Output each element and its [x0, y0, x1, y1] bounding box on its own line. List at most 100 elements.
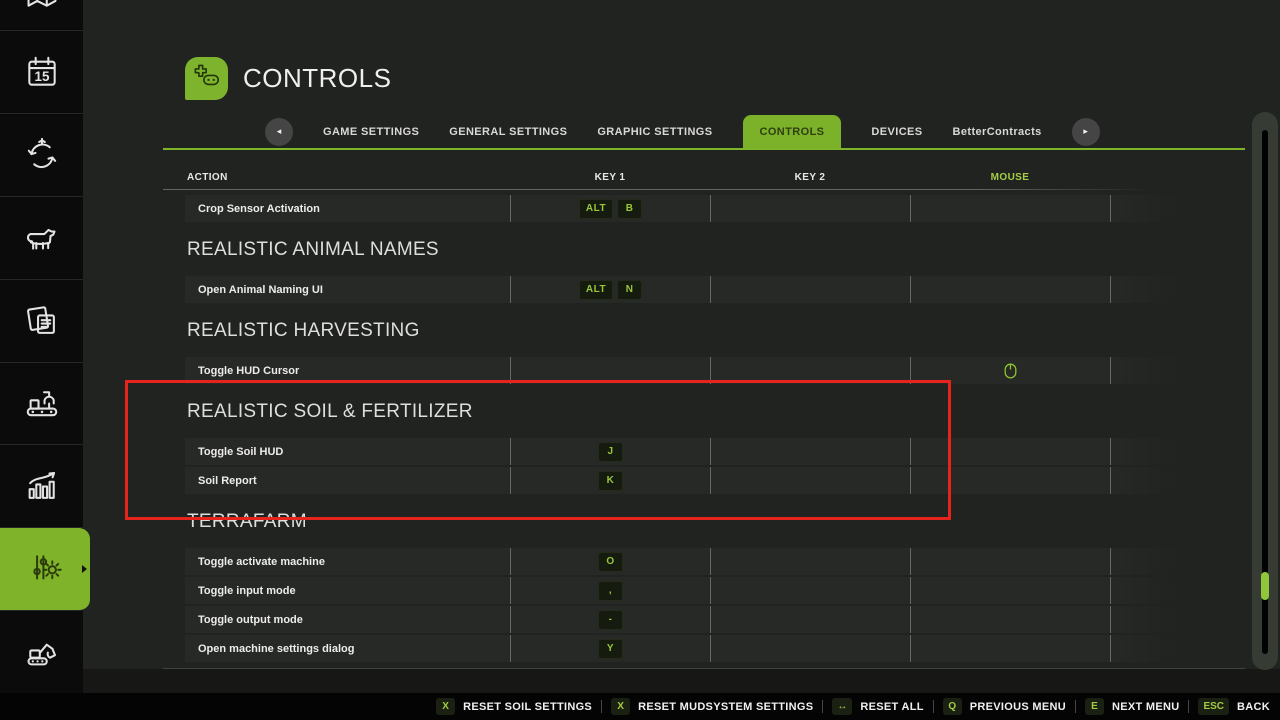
annotation-box [125, 380, 951, 520]
sidebar-item-construction[interactable] [0, 611, 83, 693]
table-header: ACTION KEY 1 KEY 2 MOUSE [185, 172, 1180, 183]
mouse-cell [910, 276, 1110, 303]
key2-cell [710, 606, 910, 633]
next-arrow-icon: ▸ [1083, 126, 1088, 137]
sidebar-item-animals[interactable] [0, 197, 83, 280]
key1-cell: O [510, 548, 710, 575]
footer-action-label: PREVIOUS MENU [970, 701, 1066, 713]
row-end-spacer [1110, 357, 1180, 384]
footer-action-reset-all[interactable]: ↔RESET ALL [832, 698, 923, 715]
table-row[interactable]: Crop Sensor Activation ALTB [185, 195, 1180, 222]
controls-app-icon [185, 57, 228, 100]
tab-graphic-settings[interactable]: GRAPHIC SETTINGS [597, 126, 712, 138]
footer-key-badge: X [436, 698, 455, 715]
row-end-spacer [1110, 438, 1180, 465]
tab-bettercontracts[interactable]: BetterContracts [953, 126, 1042, 138]
footer-action-label: RESET SOIL SETTINGS [463, 701, 592, 713]
footer-divider [1188, 700, 1189, 713]
key2-cell [710, 635, 910, 662]
column-header-key1: KEY 1 [510, 172, 710, 183]
gamepad-icon [192, 61, 222, 96]
footer-action-previous-menu[interactable]: Q PREVIOUS MENU [943, 698, 1066, 715]
column-header-key2: KEY 2 [710, 172, 910, 183]
content-bottom-strip [83, 669, 1280, 693]
footer-action-label: RESET MUDSYSTEM SETTINGS [638, 701, 813, 713]
key-badge: ALT [579, 280, 613, 300]
mouse-cell [910, 195, 1110, 222]
tab-controls[interactable]: CONTROLS [743, 115, 842, 148]
row-end-spacer [1110, 467, 1180, 494]
action-label: Crop Sensor Activation [185, 195, 510, 222]
production-icon [23, 384, 61, 422]
footer-key-badge: Q [943, 698, 962, 715]
section-heading-realistic-harvesting: REALISTIC HARVESTING [187, 320, 1180, 342]
excavator-icon [23, 633, 61, 671]
sidebar-item-statistics[interactable] [0, 445, 83, 528]
footer-divider [822, 700, 823, 713]
key-badge: O [598, 552, 623, 572]
tab-devices[interactable]: DEVICES [871, 126, 922, 138]
scrollbar-thumb[interactable] [1261, 572, 1269, 600]
key-badge: - [598, 610, 623, 630]
footer-divider [1075, 700, 1076, 713]
footer-action-label: BACK [1237, 701, 1270, 713]
table-row[interactable]: Toggle input mode, [185, 577, 1180, 604]
action-label: Toggle input mode [185, 577, 510, 604]
action-label: Toggle output mode [185, 606, 510, 633]
tab-bar: ◂ GAME SETTINGS GENERAL SETTINGS GRAPHIC SE… [265, 115, 1100, 148]
key-badge: Y [598, 639, 623, 659]
footer-action-back[interactable]: ESCBACK [1198, 698, 1270, 715]
footer-action-reset-mudsystem-settings[interactable]: X RESET MUDSYSTEM SETTINGS [611, 698, 813, 715]
table-row[interactable]: Open machine settings dialogY [185, 635, 1180, 662]
tab-game-settings[interactable]: GAME SETTINGS [323, 126, 419, 138]
mouse-icon [1004, 363, 1017, 379]
sidebar-item-contracts[interactable] [0, 280, 83, 363]
footer-divider [933, 700, 934, 713]
sidebar-item-settings[interactable] [0, 528, 90, 611]
key-badge: B [617, 199, 642, 219]
row-end-spacer [1110, 276, 1180, 303]
footer-action-reset-soil-settings[interactable]: X RESET SOIL SETTINGS [436, 698, 592, 715]
tab-general-settings[interactable]: GENERAL SETTINGS [449, 126, 567, 138]
mouse-cell [910, 606, 1110, 633]
footer-bar: X RESET SOIL SETTINGS X RESET MUDSYSTEM SET… [0, 693, 1280, 720]
tabs-prev-button[interactable]: ◂ [265, 118, 293, 146]
settings-icon [26, 550, 64, 588]
row-end-spacer [1110, 195, 1180, 222]
footer-key-badge: X [611, 698, 630, 715]
key2-cell [710, 276, 910, 303]
crop-rotation-icon [23, 136, 61, 174]
controls-settings-screen: 15 CONTROLS ◂ GAME SETTINGS GENERAL SETTIN… [0, 0, 1280, 720]
action-label: Open Animal Naming UI [185, 276, 510, 303]
footer-action-next-menu[interactable]: ENEXT MENU [1085, 698, 1179, 715]
row-end-spacer [1110, 548, 1180, 575]
tabs-next-button[interactable]: ▸ [1072, 118, 1100, 146]
page-title: CONTROLS [243, 63, 391, 94]
key2-cell [710, 577, 910, 604]
sidebar-item-calendar[interactable]: 15 [0, 31, 83, 114]
table-row[interactable]: Toggle activate machine O [185, 548, 1180, 575]
key2-cell [710, 548, 910, 575]
sidebar-item-production[interactable] [0, 363, 83, 446]
key-badge: N [617, 280, 642, 300]
table-row[interactable]: Open Animal Naming UI ALTN [185, 276, 1180, 303]
tabbar-accent-line [163, 148, 1245, 150]
footer-key-badge: E [1085, 698, 1104, 715]
table-row[interactable]: Toggle output mode - [185, 606, 1180, 633]
mouse-cell [910, 548, 1110, 575]
prev-arrow-icon: ◂ [277, 126, 282, 137]
table-header-divider [163, 189, 1153, 190]
key2-cell [710, 195, 910, 222]
key1-cell: Y [510, 635, 710, 662]
footer-key-badge: ↔ [832, 698, 852, 715]
sidebar-item-map[interactable] [0, 0, 83, 31]
row-end-spacer [1110, 577, 1180, 604]
statistics-icon [23, 467, 61, 505]
svg-text:15: 15 [34, 69, 49, 84]
action-label: Toggle activate machine [185, 548, 510, 575]
column-header-action: ACTION [185, 172, 510, 183]
key-badge: ALT [579, 199, 613, 219]
sidebar-item-crop-rotation[interactable] [0, 114, 83, 197]
calendar-icon: 15 [23, 53, 61, 91]
cow-icon [23, 219, 61, 257]
